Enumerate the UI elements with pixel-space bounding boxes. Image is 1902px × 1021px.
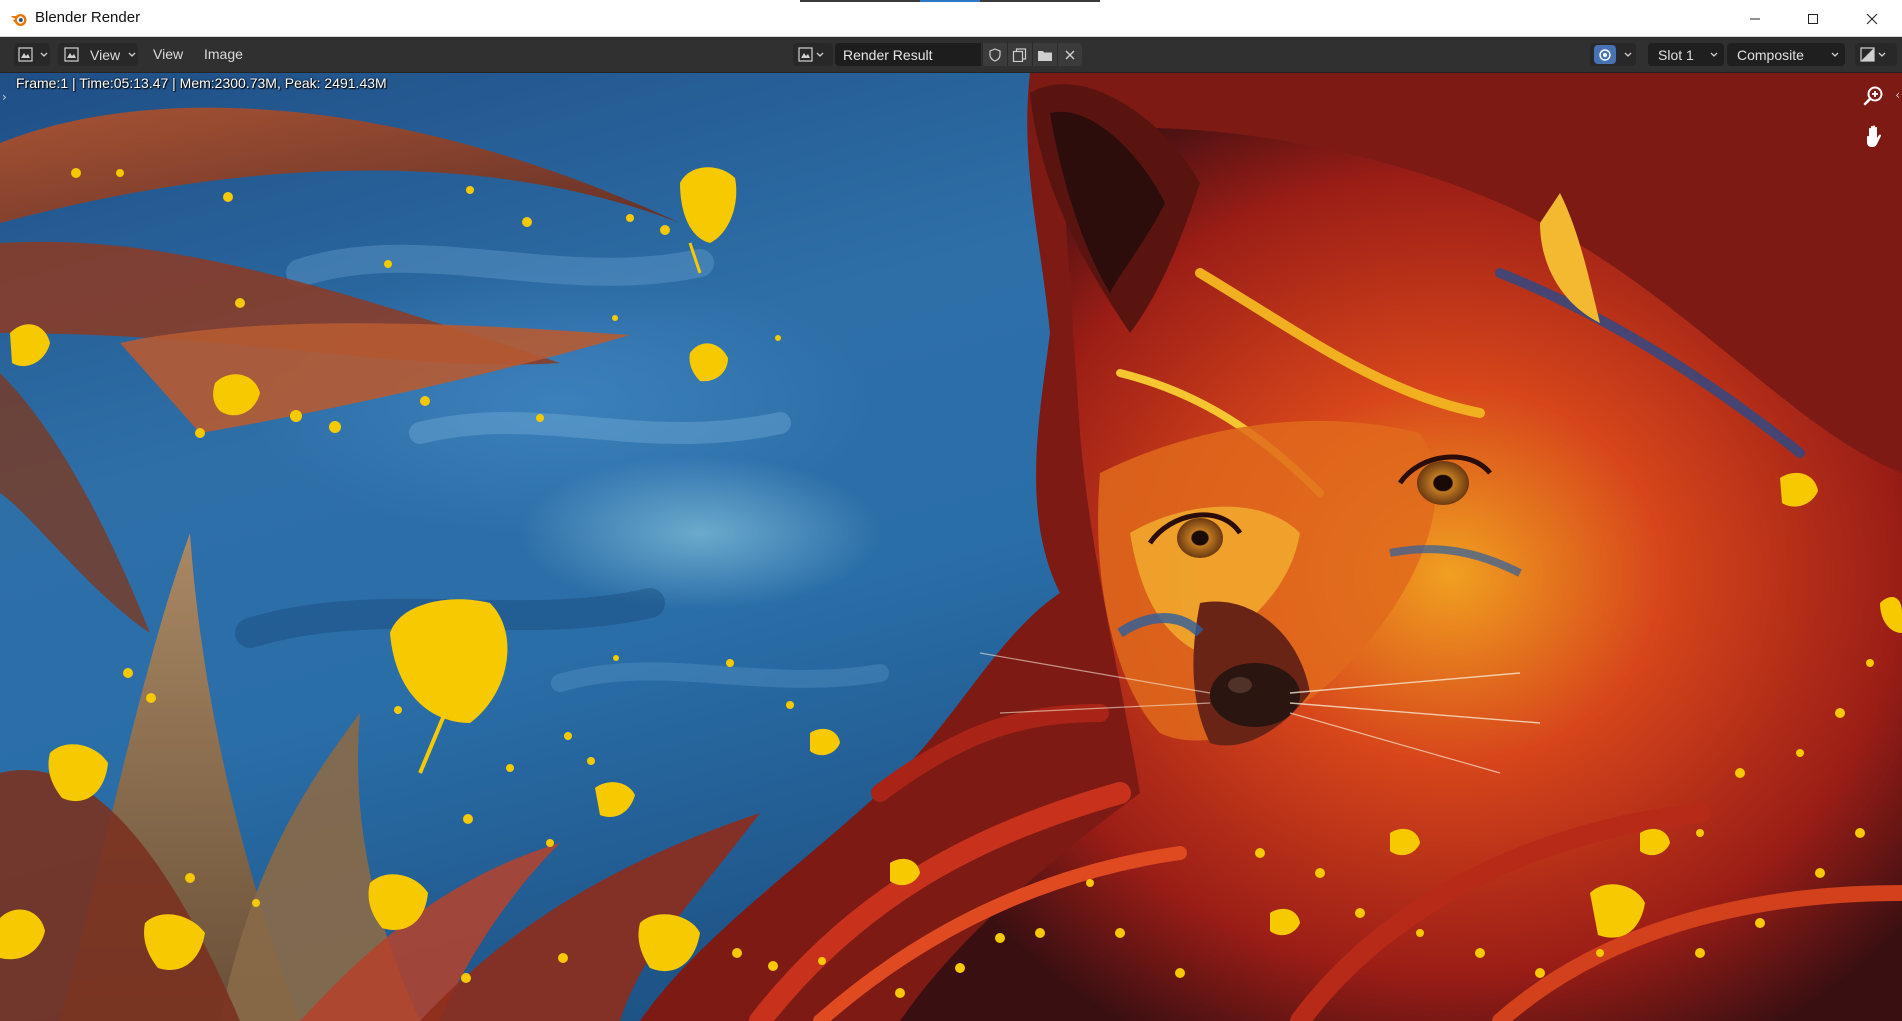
display-channels-icon bbox=[1860, 46, 1875, 62]
titlebar-accent-active bbox=[920, 0, 980, 2]
pan-gizmo[interactable] bbox=[1858, 120, 1890, 152]
chevron-down-icon bbox=[40, 52, 48, 57]
fox-right-eye bbox=[1417, 461, 1469, 505]
new-image-button[interactable] bbox=[1007, 43, 1032, 66]
image-editor-header: View View Image Render Result Slot 1 Com… bbox=[0, 37, 1902, 73]
toolbar-toggle-arrow[interactable]: › bbox=[2, 90, 7, 104]
chevron-down-icon bbox=[1710, 52, 1718, 57]
view-mode-dropdown[interactable]: View bbox=[58, 43, 138, 66]
maximize-icon bbox=[1808, 13, 1818, 24]
fox-nose bbox=[1210, 663, 1300, 727]
image-browse-icon bbox=[798, 46, 813, 62]
browse-image-dropdown[interactable] bbox=[793, 43, 833, 66]
sample-color-icon bbox=[1599, 48, 1611, 61]
chevron-down-icon bbox=[816, 52, 824, 57]
window-title: Blender Render bbox=[35, 9, 141, 26]
maximize-button[interactable] bbox=[1784, 0, 1842, 37]
sample-tool-dropdown[interactable] bbox=[1590, 43, 1636, 66]
image-editor-icon bbox=[18, 46, 33, 62]
close-window-button[interactable] bbox=[1843, 0, 1901, 37]
chevron-down-icon bbox=[1831, 52, 1839, 57]
image-name-field[interactable]: Render Result bbox=[835, 43, 981, 66]
render-layer-select[interactable]: Composite bbox=[1727, 43, 1845, 66]
open-image-button[interactable] bbox=[1032, 43, 1057, 66]
sample-tool-icon-bg bbox=[1594, 45, 1616, 64]
render-layer-value: Composite bbox=[1737, 46, 1804, 63]
zoom-in-icon bbox=[1863, 86, 1883, 106]
editor-type-dropdown[interactable] bbox=[14, 43, 50, 66]
open-folder-icon bbox=[1038, 50, 1052, 61]
close-icon bbox=[1866, 13, 1878, 24]
blender-logo-icon bbox=[11, 14, 27, 26]
render-slot-value: Slot 1 bbox=[1658, 46, 1694, 63]
render-stats-text: Frame:1 | Time:05:13.47 | Mem:2300.73M, … bbox=[16, 75, 387, 91]
hand-pan-icon bbox=[1867, 125, 1882, 147]
chevron-down-icon bbox=[1624, 52, 1632, 57]
shield-icon bbox=[989, 47, 1001, 62]
image-viewport[interactable]: Frame:1 | Time:05:13.47 | Mem:2300.73M, … bbox=[0, 73, 1902, 1021]
fox-left-eye bbox=[1177, 518, 1223, 558]
render-slot-select[interactable]: Slot 1 bbox=[1648, 43, 1724, 66]
image-name-text: Render Result bbox=[843, 46, 933, 63]
fake-user-button[interactable] bbox=[982, 43, 1007, 66]
menu-view[interactable]: View bbox=[153, 46, 183, 62]
chevron-down-icon bbox=[1878, 52, 1886, 57]
view-mode-icon bbox=[64, 46, 79, 62]
minimize-icon bbox=[1750, 18, 1760, 19]
duplicate-image-icon bbox=[1012, 47, 1027, 62]
close-icon bbox=[1065, 50, 1075, 59]
sidebar-toggle-arrow[interactable]: ‹ bbox=[1895, 88, 1900, 102]
view-mode-label: View bbox=[90, 46, 121, 63]
menu-image[interactable]: Image bbox=[204, 46, 243, 62]
unlink-image-button[interactable] bbox=[1057, 43, 1082, 66]
window-titlebar[interactable]: Blender Render bbox=[0, 0, 1902, 37]
chevron-down-icon bbox=[128, 52, 136, 57]
zoom-gizmo[interactable] bbox=[1858, 80, 1890, 112]
render-result-image bbox=[0, 73, 1902, 1021]
display-channels-dropdown[interactable] bbox=[1855, 43, 1897, 66]
minimize-button[interactable] bbox=[1726, 0, 1784, 37]
left-leaves bbox=[0, 107, 680, 633]
